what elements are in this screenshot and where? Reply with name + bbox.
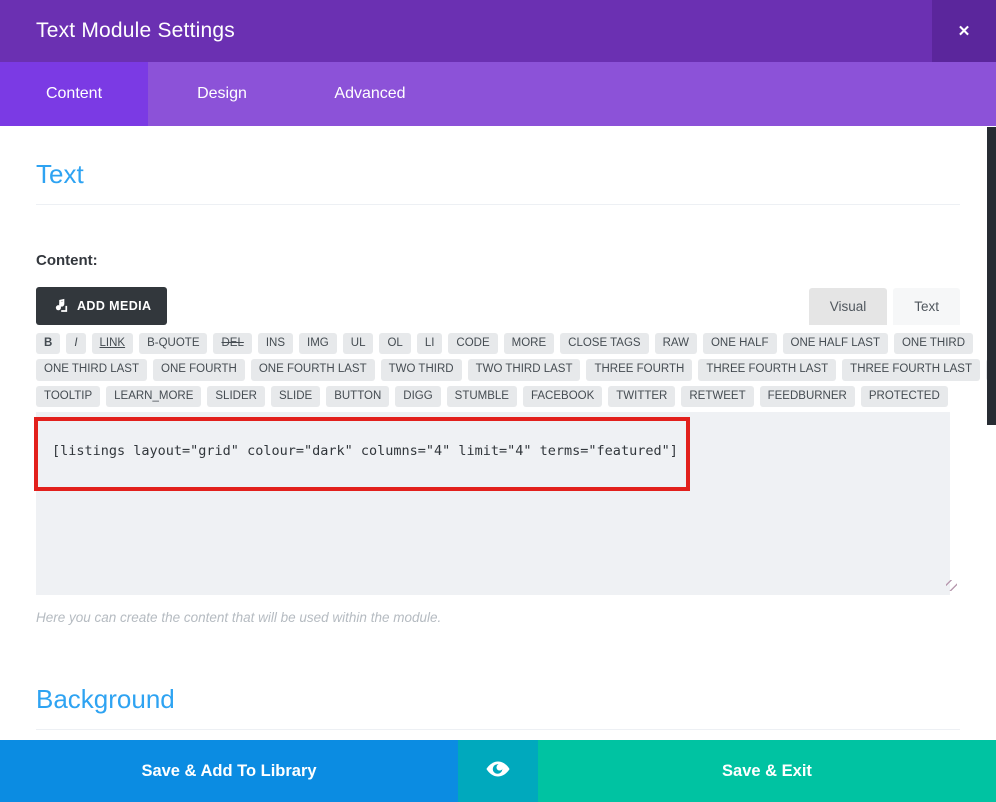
close-button[interactable]: ✕ bbox=[932, 0, 996, 62]
modal-footer: Save & Add To Library Save & Exit bbox=[0, 740, 996, 802]
quicktag-three-fourth-last[interactable]: THREE FOURTH LAST bbox=[698, 359, 836, 380]
tab-content[interactable]: Content bbox=[0, 62, 148, 126]
editor-tab-text[interactable]: Text bbox=[893, 288, 960, 325]
tab-advanced[interactable]: Advanced bbox=[296, 62, 444, 126]
modal-header: Text Module Settings ✕ bbox=[0, 0, 996, 62]
eye-icon bbox=[484, 755, 512, 788]
content-field-label: Content: bbox=[36, 252, 960, 269]
quicktag-code[interactable]: CODE bbox=[448, 333, 497, 354]
quicktag-one-third-last[interactable]: ONE THIRD LAST bbox=[36, 359, 147, 380]
quicktag-slider[interactable]: SLIDER bbox=[207, 386, 265, 407]
editor-tab-visual[interactable]: Visual bbox=[809, 288, 888, 325]
quicktag-img[interactable]: IMG bbox=[299, 333, 337, 354]
section-divider bbox=[36, 204, 960, 205]
quicktag-more[interactable]: MORE bbox=[504, 333, 555, 354]
text-section-heading: Text bbox=[36, 126, 960, 190]
quicktag-one-half-last[interactable]: ONE HALF LAST bbox=[783, 333, 888, 354]
modal-title: Text Module Settings bbox=[0, 19, 235, 43]
quicktag-one-third[interactable]: ONE THIRD bbox=[894, 333, 973, 354]
quicktag-one-fourth[interactable]: ONE FOURTH bbox=[153, 359, 245, 380]
quicktag-digg[interactable]: DIGG bbox=[395, 386, 440, 407]
quicktag-ul[interactable]: UL bbox=[343, 333, 374, 354]
quicktag-facebook[interactable]: FACEBOOK bbox=[523, 386, 602, 407]
modal-scrollbar[interactable] bbox=[987, 127, 996, 425]
editor-mode-tabs: Visual Text bbox=[803, 288, 960, 325]
quicktag-twitter[interactable]: TWITTER bbox=[608, 386, 675, 407]
quicktag-three-fourth-last[interactable]: THREE FOURTH LAST bbox=[842, 359, 980, 380]
editor-body: [listings layout="grid" colour="dark" co… bbox=[36, 412, 960, 595]
quicktag-b-quote[interactable]: B-QUOTE bbox=[139, 333, 207, 354]
quicktag-b[interactable]: B bbox=[36, 333, 60, 354]
quicktag-raw[interactable]: RAW bbox=[655, 333, 697, 354]
quicktag-i[interactable]: I bbox=[66, 333, 85, 354]
quicktag-close-tags[interactable]: CLOSE TAGS bbox=[560, 333, 648, 354]
content-help-text: Here you can create the content that wil… bbox=[36, 610, 960, 625]
add-media-icon bbox=[52, 297, 69, 314]
quicktag-three-fourth[interactable]: THREE FOURTH bbox=[586, 359, 692, 380]
quicktag-tooltip[interactable]: TOOLTIP bbox=[36, 386, 100, 407]
section-divider bbox=[36, 729, 960, 730]
close-icon: ✕ bbox=[958, 22, 971, 40]
quicktag-retweet[interactable]: RETWEET bbox=[681, 386, 753, 407]
preview-button[interactable] bbox=[458, 740, 538, 802]
save-and-exit-button[interactable]: Save & Exit bbox=[538, 740, 996, 802]
editor-top-row: ADD MEDIA Visual Text bbox=[36, 287, 960, 325]
quicktag-row: TOOLTIP LEARN_MORE SLIDER SLIDE BUTTON DIGG ST… bbox=[36, 386, 960, 412]
quicktags-toolbar: BI LINKB-QUOTE DEL INS IMG ULOL LICODE MORECLOS… bbox=[36, 333, 960, 412]
quicktag-row: ONE THIRD LAST ONE FOURTH ONE FOURTH LAST T… bbox=[36, 359, 960, 385]
save-add-to-library-button[interactable]: Save & Add To Library bbox=[0, 740, 458, 802]
quicktag-one-fourth-last[interactable]: ONE FOURTH LAST bbox=[251, 359, 375, 380]
quicktag-two-third[interactable]: TWO THIRD bbox=[381, 359, 462, 380]
quicktag-feedburner[interactable]: FEEDBURNER bbox=[760, 386, 855, 407]
content-textarea[interactable]: [listings layout="grid" colour="dark" co… bbox=[36, 412, 950, 595]
tab-design[interactable]: Design bbox=[148, 62, 296, 126]
quicktag-slide[interactable]: SLIDE bbox=[271, 386, 320, 407]
quicktag-protected[interactable]: PROTECTED bbox=[861, 386, 948, 407]
quicktag-two-third-last[interactable]: TWO THIRD LAST bbox=[468, 359, 581, 380]
quicktag-link[interactable]: LINK bbox=[92, 333, 134, 354]
quicktag-stumble[interactable]: STUMBLE bbox=[447, 386, 517, 407]
modal-content: Text Content: ADD MEDIA Visual Text BI LI… bbox=[0, 126, 996, 740]
quicktag-li[interactable]: LI bbox=[417, 333, 443, 354]
quicktag-row: BI LINKB-QUOTE DEL INS IMG ULOL LICODE MORECLOS… bbox=[36, 333, 960, 359]
background-section-heading: Background bbox=[36, 685, 960, 715]
add-media-label: ADD MEDIA bbox=[77, 299, 151, 313]
quicktag-one-half[interactable]: ONE HALF bbox=[703, 333, 777, 354]
quicktag-del[interactable]: DEL bbox=[213, 333, 251, 354]
settings-tabbar: Content Design Advanced bbox=[0, 62, 996, 126]
quicktag-learn-more[interactable]: LEARN_MORE bbox=[106, 386, 201, 407]
quicktag-ins[interactable]: INS bbox=[258, 333, 293, 354]
quicktag-button[interactable]: BUTTON bbox=[326, 386, 389, 407]
add-media-button[interactable]: ADD MEDIA bbox=[36, 287, 167, 325]
quicktag-ol[interactable]: OL bbox=[379, 333, 410, 354]
